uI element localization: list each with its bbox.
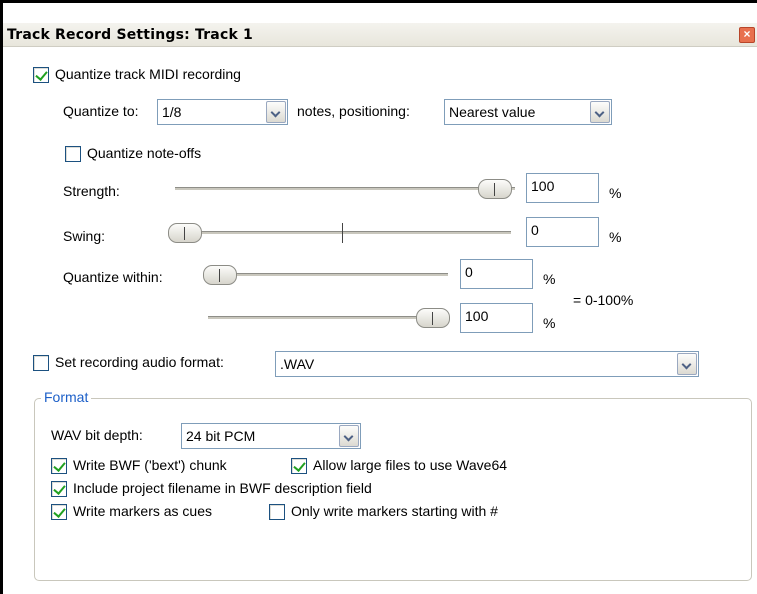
wav-bit-depth-value: 24 bit PCM xyxy=(186,428,256,444)
within-max-slider-thumb[interactable] xyxy=(416,308,450,328)
swing-input[interactable]: 0 xyxy=(526,217,599,247)
quantize-to-value: 1/8 xyxy=(162,104,182,120)
strength-value: 100 xyxy=(531,178,555,194)
wav-bit-depth-label: WAV bit depth: xyxy=(51,427,143,443)
within-min-unit: % xyxy=(543,271,556,287)
only-markers-hash-label: Only write markers starting with # xyxy=(291,503,498,519)
set-recording-format-checkbox[interactable] xyxy=(33,355,49,371)
quantize-to-select[interactable]: 1/8 xyxy=(157,99,288,125)
allow-large-files-checkbox[interactable] xyxy=(291,458,307,474)
within-max-unit: % xyxy=(543,315,556,331)
include-filename-label: Include project filename in BWF descript… xyxy=(73,480,372,496)
within-min-input[interactable]: 0 xyxy=(460,259,533,289)
swing-label: Swing: xyxy=(63,228,106,244)
strength-slider-thumb[interactable] xyxy=(478,179,512,199)
chevron-down-icon[interactable] xyxy=(677,353,697,375)
allow-large-files-label: Allow large files to use Wave64 xyxy=(313,457,508,473)
title-bar: Track Record Settings: Track 1 × xyxy=(3,23,757,47)
within-range-label: = 0-100% xyxy=(573,292,634,308)
within-max-input[interactable]: 100 xyxy=(460,303,533,333)
within-max-value: 100 xyxy=(465,308,489,324)
swing-value: 0 xyxy=(531,222,539,238)
strength-input[interactable]: 100 xyxy=(526,173,599,203)
positioning-label: notes, positioning: xyxy=(297,103,410,119)
swing-center-tick xyxy=(342,223,343,243)
quantize-note-offs-label: Quantize note-offs xyxy=(87,145,202,161)
format-group-legend: Format xyxy=(41,389,92,405)
window-title: Track Record Settings: Track 1 xyxy=(7,27,253,43)
only-markers-hash-checkbox[interactable] xyxy=(269,504,285,520)
wav-bit-depth-select[interactable]: 24 bit PCM xyxy=(181,423,361,449)
within-min-slider-track[interactable] xyxy=(208,273,448,277)
swing-slider-thumb[interactable] xyxy=(168,223,202,243)
strength-slider-track[interactable] xyxy=(175,187,515,191)
audio-format-select[interactable]: .WAV xyxy=(275,351,699,377)
write-markers-label: Write markers as cues xyxy=(73,503,212,519)
swing-unit: % xyxy=(609,229,622,245)
track-record-settings-window: Track Record Settings: Track 1 × Quantiz… xyxy=(0,0,757,594)
strength-label: Strength: xyxy=(63,183,120,199)
swing-slider-track[interactable] xyxy=(175,231,511,235)
audio-format-value: .WAV xyxy=(280,356,315,372)
close-icon[interactable]: × xyxy=(739,27,755,43)
chevron-down-icon[interactable] xyxy=(339,425,359,447)
positioning-value: Nearest value xyxy=(449,104,536,120)
chevron-down-icon[interactable] xyxy=(266,101,286,123)
include-filename-checkbox[interactable] xyxy=(51,481,67,497)
quantize-to-label: Quantize to: xyxy=(63,103,139,119)
within-min-value: 0 xyxy=(465,264,473,280)
set-recording-format-label: Set recording audio format: xyxy=(55,354,224,370)
write-bwf-label: Write BWF ('bext') chunk xyxy=(73,457,227,473)
quantize-midi-checkbox[interactable] xyxy=(33,67,49,83)
write-markers-checkbox[interactable] xyxy=(51,504,67,520)
write-bwf-checkbox[interactable] xyxy=(51,458,67,474)
within-min-slider-thumb[interactable] xyxy=(203,265,237,285)
strength-unit: % xyxy=(609,185,622,201)
within-max-slider-track[interactable] xyxy=(208,316,448,320)
quantize-midi-label: Quantize track MIDI recording xyxy=(55,66,241,82)
quantize-note-offs-checkbox[interactable] xyxy=(65,146,81,162)
positioning-select[interactable]: Nearest value xyxy=(444,99,612,125)
quantize-within-label: Quantize within: xyxy=(63,269,163,285)
chevron-down-icon[interactable] xyxy=(590,101,610,123)
